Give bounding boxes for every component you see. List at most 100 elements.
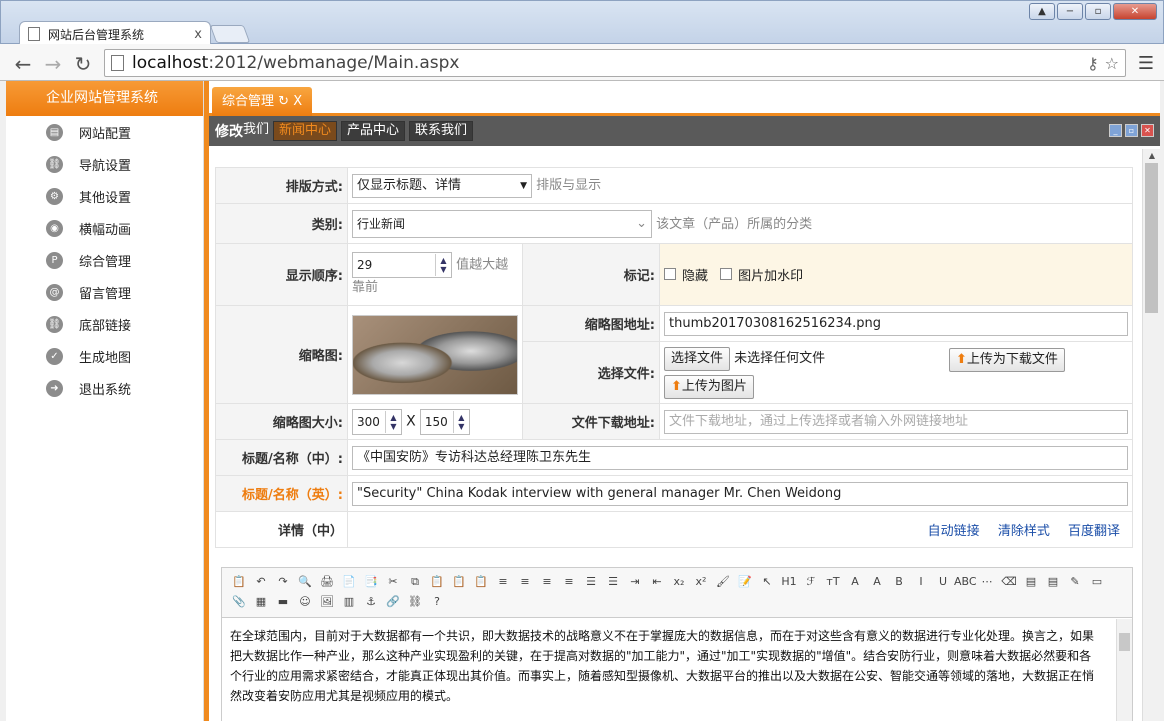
- sidebar-item-footer-links[interactable]: ⛓ 底部链接: [6, 308, 203, 340]
- forward-icon[interactable]: →: [42, 52, 64, 76]
- minimize-button[interactable]: −: [1057, 3, 1083, 20]
- editor-tool-28-icon[interactable]: A: [844, 572, 866, 592]
- editor-tool-32-icon[interactable]: U: [932, 572, 954, 592]
- editor-tool-29-icon[interactable]: A: [866, 572, 888, 592]
- title-en-input[interactable]: "Security" China Kodak interview with ge…: [352, 481, 1128, 506]
- editor-tool-31-icon[interactable]: I: [910, 572, 932, 592]
- editor-body[interactable]: 在全球范围内，目前对于大数据都有一个共识，即大数据技术的战略意义不在于掌握庞大的…: [222, 618, 1102, 714]
- editor-tool-48-icon[interactable]: ⛓: [404, 592, 426, 612]
- sidebar-item-other-settings[interactable]: ⚙ 其他设置: [6, 180, 203, 212]
- editor-tool-39-icon[interactable]: ▭: [1086, 572, 1108, 592]
- editor-tool-49-icon[interactable]: ?: [426, 592, 448, 612]
- back-icon[interactable]: ←: [12, 52, 34, 76]
- editor-tool-43-icon[interactable]: ☺: [294, 592, 316, 612]
- editor-tool-25-icon[interactable]: H1: [778, 572, 800, 592]
- editor-tool-27-icon[interactable]: тT: [822, 572, 844, 592]
- editor-tool-23-icon[interactable]: 📝: [734, 572, 756, 592]
- sidebar-item-banner[interactable]: ◉ 横幅动画: [6, 212, 203, 244]
- editor-tool-21-icon[interactable]: x²: [690, 572, 712, 592]
- editor-tool-40-icon[interactable]: 📎: [228, 592, 250, 612]
- editor-scrollbar[interactable]: [1116, 619, 1132, 721]
- sidebar-item-sitemap[interactable]: ✓ 生成地图: [6, 340, 203, 372]
- watermark-checkbox[interactable]: [720, 268, 733, 280]
- stepper-arrows-icon[interactable]: ▲ ▼: [385, 410, 401, 433]
- editor-tool-41-icon[interactable]: ▦: [250, 592, 272, 612]
- download-url-input[interactable]: 文件下载地址，通过上传选择或者输入外网链接地址: [664, 409, 1128, 434]
- editor-tool-4-icon[interactable]: 🖨: [316, 572, 338, 592]
- editor-tool-44-icon[interactable]: 🖼: [316, 592, 338, 612]
- tab-about-us[interactable]: 我们: [243, 121, 269, 141]
- editor-tool-12-icon[interactable]: ≡: [492, 572, 514, 592]
- editor-tool-14-icon[interactable]: ≡: [536, 572, 558, 592]
- tab-news-center[interactable]: 新闻中心: [273, 121, 338, 141]
- layout-select[interactable]: 仅显示标题、详情 ▼: [352, 173, 532, 198]
- editor-tool-36-icon[interactable]: ▤: [1020, 572, 1042, 592]
- menu-icon[interactable]: ☰: [1138, 53, 1154, 74]
- editor-tool-2-icon[interactable]: ↷: [272, 572, 294, 592]
- editor-tool-3-icon[interactable]: 🔍: [294, 572, 316, 592]
- order-stepper[interactable]: 29 ▲ ▼: [352, 251, 452, 278]
- upload-download-button[interactable]: ⬆上传为下载文件: [949, 348, 1065, 372]
- editor-tool-11-icon[interactable]: 📋: [470, 572, 492, 592]
- title-cn-input[interactable]: 《中国安防》专访科达总经理陈卫东先生: [352, 445, 1128, 470]
- editor-tool-45-icon[interactable]: ▥: [338, 592, 360, 612]
- editor-tool-20-icon[interactable]: x₂: [668, 572, 690, 592]
- tab-general-manage[interactable]: 综合管理 ↻ X: [212, 87, 313, 116]
- auto-link[interactable]: 自动链接: [928, 524, 980, 539]
- thumb-height-stepper[interactable]: 150 ▲ ▼: [419, 408, 470, 435]
- panel-restore-icon[interactable]: ▫: [1125, 124, 1138, 137]
- clear-style-link[interactable]: 清除样式: [998, 524, 1050, 539]
- user-icon[interactable]: ▲: [1029, 3, 1055, 20]
- scroll-up-icon[interactable]: ▲: [1143, 151, 1160, 160]
- panel-close-icon[interactable]: ✕: [1141, 124, 1154, 137]
- editor-tool-19-icon[interactable]: ⇤: [646, 572, 668, 592]
- page-scrollbar[interactable]: ▲: [1142, 149, 1160, 721]
- sidebar-item-logout[interactable]: ➜ 退出系统: [6, 372, 203, 404]
- hide-checkbox[interactable]: [664, 268, 676, 280]
- editor-tool-9-icon[interactable]: 📋: [426, 572, 448, 592]
- panel-minimize-icon[interactable]: _: [1109, 124, 1122, 137]
- key-icon[interactable]: ⚷: [1087, 54, 1099, 73]
- tab-contact[interactable]: 联系我们: [409, 121, 474, 141]
- editor-tool-37-icon[interactable]: ▤: [1042, 572, 1064, 592]
- address-bar[interactable]: localhost:2012/webmanage/Main.aspx ⚷ ☆: [104, 49, 1126, 77]
- close-window-button[interactable]: ✕: [1113, 3, 1157, 20]
- editor-tool-10-icon[interactable]: 📋: [448, 572, 470, 592]
- editor-tool-42-icon[interactable]: ▬: [272, 592, 294, 612]
- sidebar-item-messages[interactable]: @ 留言管理: [6, 276, 203, 308]
- editor-tool-30-icon[interactable]: B: [888, 572, 910, 592]
- browser-tab[interactable]: 网站后台管理系统 x: [19, 21, 211, 46]
- url-text[interactable]: localhost:2012/webmanage/Main.aspx: [132, 53, 1087, 73]
- editor-tool-16-icon[interactable]: ☰: [580, 572, 602, 592]
- editor-tool-34-icon[interactable]: ⋯: [976, 572, 998, 592]
- stepper-arrows-icon[interactable]: ▲ ▼: [435, 253, 451, 276]
- refresh-icon[interactable]: ↻: [278, 94, 289, 109]
- sidebar-item-general-manage[interactable]: P 综合管理: [6, 244, 203, 276]
- baidu-translate-link[interactable]: 百度翻译: [1068, 524, 1120, 539]
- editor-scroll-thumb[interactable]: [1119, 633, 1130, 651]
- editor-tool-38-icon[interactable]: ✎: [1064, 572, 1086, 592]
- editor-tool-24-icon[interactable]: ↖: [756, 572, 778, 592]
- editor-tool-13-icon[interactable]: ≡: [514, 572, 536, 592]
- new-tab-button[interactable]: [209, 25, 251, 43]
- editor-tool-5-icon[interactable]: 📄: [338, 572, 360, 592]
- upload-image-button[interactable]: ⬆上传为图片: [664, 374, 754, 399]
- editor-tool-33-icon[interactable]: ABC: [954, 572, 977, 592]
- editor-tool-47-icon[interactable]: 🔗: [382, 592, 404, 612]
- thumb-width-stepper[interactable]: 300 ▲ ▼: [352, 408, 402, 435]
- sidebar-item-site-config[interactable]: ▤ 网站配置: [6, 116, 203, 148]
- editor-tool-8-icon[interactable]: ⧉: [404, 572, 426, 592]
- editor-tool-0-icon[interactable]: 📋: [228, 572, 250, 592]
- tab-close-icon[interactable]: X: [293, 94, 302, 109]
- star-icon[interactable]: ☆: [1105, 54, 1119, 73]
- editor-tool-18-icon[interactable]: ⇥: [624, 572, 646, 592]
- editor-tool-35-icon[interactable]: ⌫: [998, 572, 1020, 592]
- choose-file-button[interactable]: 选择文件: [664, 346, 731, 371]
- editor-tool-17-icon[interactable]: ☰: [602, 572, 624, 592]
- sidebar-item-nav-settings[interactable]: ⛓ 导航设置: [6, 148, 203, 180]
- editor-tool-15-icon[interactable]: ≡: [558, 572, 580, 592]
- editor-tool-7-icon[interactable]: ✂: [382, 572, 404, 592]
- editor-tool-22-icon[interactable]: 🖌: [712, 572, 734, 592]
- editor-tool-1-icon[interactable]: ↶: [250, 572, 272, 592]
- editor-tool-6-icon[interactable]: 📑: [360, 572, 382, 592]
